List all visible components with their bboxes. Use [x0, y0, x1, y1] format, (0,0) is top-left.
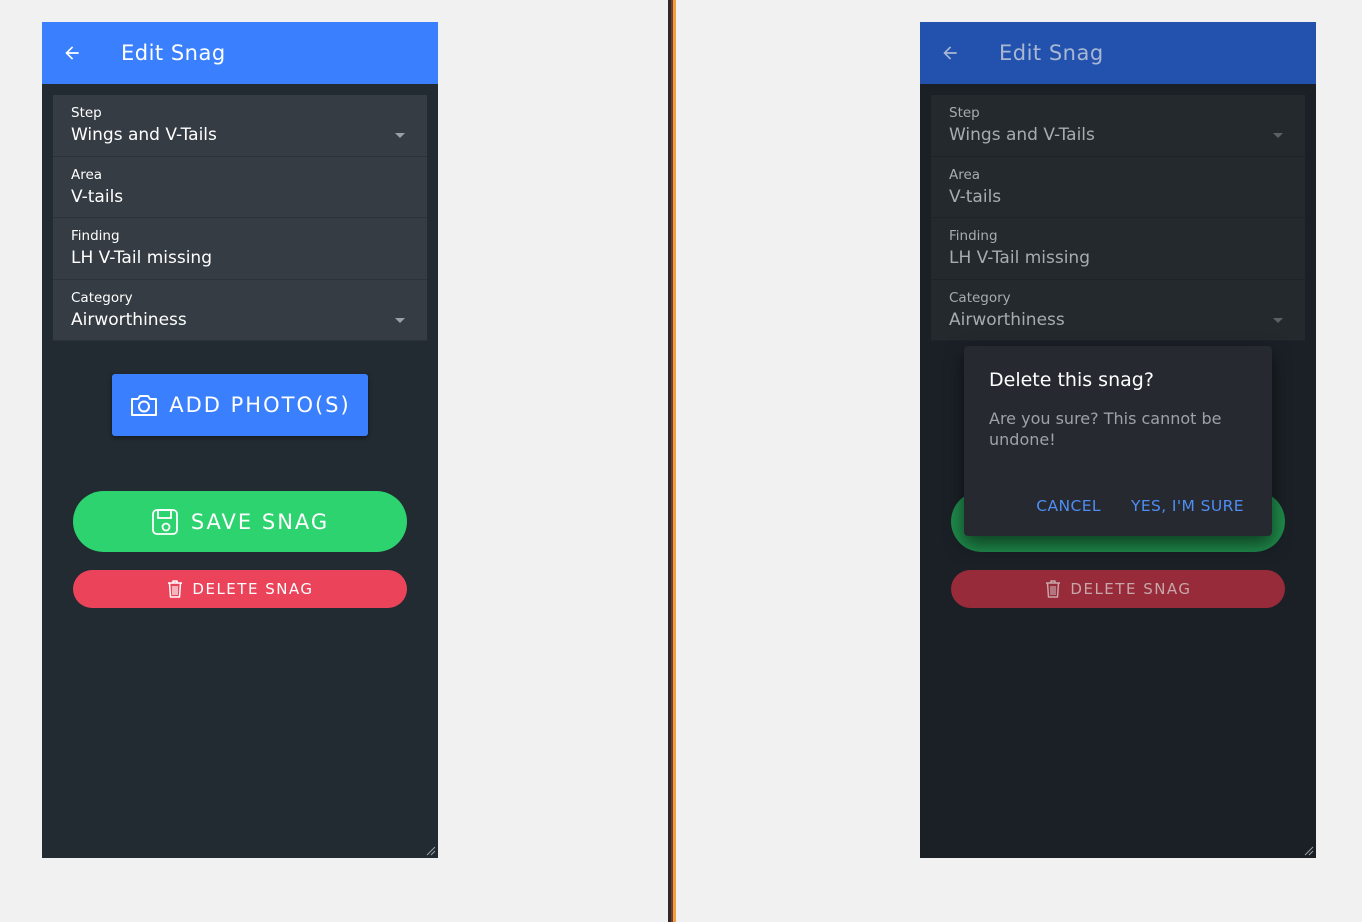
add-photo-label: ADD PHOTO(S)	[169, 393, 351, 417]
edit-snag-screen-dialog: Edit Snag Step Wings and V-Tails Area V-…	[920, 22, 1316, 858]
delete-snag-label: DELETE SNAG	[192, 580, 314, 598]
save-icon	[151, 508, 178, 535]
finding-value: LH V-Tail missing	[71, 248, 212, 268]
page-title: Edit Snag	[121, 41, 226, 65]
caret-down-icon	[395, 317, 405, 323]
window-divider	[668, 0, 676, 922]
dialog-message: Are you sure? This cannot be undone!	[989, 409, 1222, 449]
finding-field: Finding LH V-Tail missing	[931, 218, 1305, 280]
caret-down-icon	[395, 133, 405, 138]
category-label: Category	[71, 289, 133, 306]
step-select: Step Wings and V-Tails	[931, 95, 1305, 157]
trash-icon	[1046, 580, 1061, 598]
app-header: Edit Snag	[42, 22, 438, 84]
finding-label: Finding	[71, 228, 120, 244]
add-photo-button[interactable]: ADD PHOTO(S)	[112, 374, 368, 436]
area-label: Area	[949, 166, 981, 183]
area-label: Area	[71, 166, 103, 183]
edit-snag-screen: Edit Snag Step Wings and V-Tails Area V-…	[42, 22, 438, 858]
step-label: Step	[949, 105, 980, 121]
area-value: V-tails	[71, 186, 124, 207]
step-label: Step	[71, 105, 102, 121]
step-value: Wings and V-Tails	[949, 125, 1095, 145]
delete-snag-label: DELETE SNAG	[1070, 580, 1192, 598]
category-select: Category Airworthiness	[931, 279, 1305, 341]
category-value: Airworthiness	[71, 309, 187, 330]
snag-form: Step Wings and V-Tails Area V-tails Find…	[931, 95, 1305, 341]
trash-icon	[168, 580, 183, 598]
area-value: V-tails	[949, 186, 1002, 207]
dialog-actions: CANCEL YES, I'M SURE	[1036, 497, 1244, 515]
confirm-delete-button[interactable]: YES, I'M SURE	[1131, 497, 1244, 515]
resize-grip-icon[interactable]	[1304, 846, 1314, 856]
step-select[interactable]: Step Wings and V-Tails	[53, 95, 427, 157]
back-arrow-icon[interactable]	[62, 42, 84, 64]
caret-down-icon	[1273, 133, 1283, 138]
save-snag-label: SAVE SNAG	[190, 509, 330, 534]
category-value: Airworthiness	[949, 309, 1065, 330]
category-label: Category	[949, 289, 1011, 306]
page-title: Edit Snag	[999, 41, 1104, 65]
area-field: Area V-tails	[931, 156, 1305, 218]
snag-form: Step Wings and V-Tails Area V-tails Find…	[53, 95, 427, 341]
finding-value: LH V-Tail missing	[949, 248, 1090, 268]
area-field[interactable]: Area V-tails	[53, 156, 427, 218]
app-header: Edit Snag	[920, 22, 1316, 84]
finding-label: Finding	[949, 228, 998, 244]
back-arrow-icon	[940, 42, 962, 64]
caret-down-icon	[1273, 317, 1283, 323]
dialog-title: Delete this snag?	[989, 369, 1154, 391]
delete-snag-button[interactable]: DELETE SNAG	[73, 570, 407, 608]
step-value: Wings and V-Tails	[71, 125, 217, 145]
delete-confirm-dialog: Delete this snag? Are you sure? This can…	[964, 346, 1272, 536]
category-select[interactable]: Category Airworthiness	[53, 279, 427, 341]
resize-grip-icon[interactable]	[426, 846, 436, 856]
finding-field[interactable]: Finding LH V-Tail missing	[53, 218, 427, 280]
delete-snag-button: DELETE SNAG	[951, 570, 1285, 608]
camera-icon	[131, 395, 158, 416]
cancel-button[interactable]: CANCEL	[1036, 497, 1101, 515]
save-snag-button[interactable]: SAVE SNAG	[73, 491, 407, 552]
